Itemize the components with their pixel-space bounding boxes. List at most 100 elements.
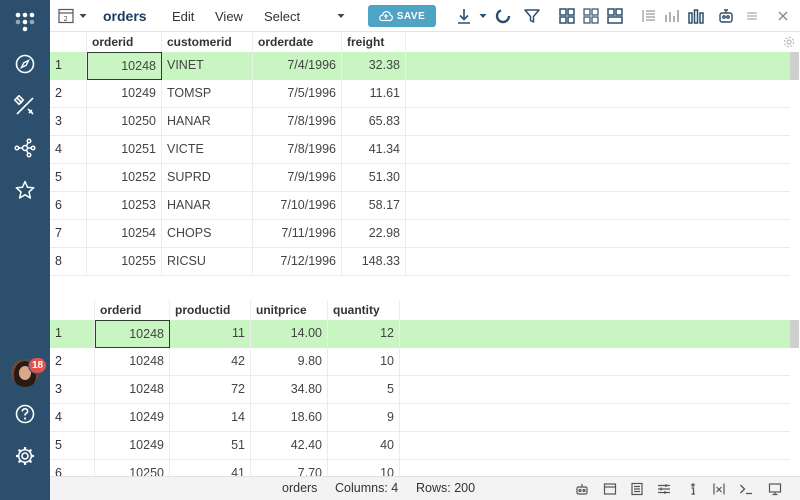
app-logo-icon[interactable]: [13, 10, 37, 34]
table-cell[interactable]: 10253: [87, 192, 162, 220]
presentation-icon[interactable]: [768, 482, 782, 496]
table-cell[interactable]: CHOPS: [162, 220, 253, 248]
table-cell[interactable]: RICSU: [162, 248, 253, 276]
table-cell[interactable]: 42: [170, 348, 251, 376]
form-view-icon[interactable]: [630, 482, 644, 496]
table-row[interactable]: 4 10249 14 18.60 9: [50, 404, 790, 432]
table-cell[interactable]: 10251: [87, 136, 162, 164]
download-icon[interactable]: [454, 6, 474, 26]
table-cell[interactable]: 10249: [87, 80, 162, 108]
edit-menu[interactable]: Edit: [172, 0, 194, 32]
table-cell[interactable]: VICTE: [162, 136, 253, 164]
network-icon[interactable]: [13, 136, 37, 160]
design-tools-icon[interactable]: [13, 94, 37, 118]
table-cell[interactable]: 7/8/1996: [253, 108, 342, 136]
table-row[interactable]: 5 10252 SUPRD 7/9/1996 51.30: [50, 164, 790, 192]
table-cell[interactable]: 10: [328, 460, 400, 476]
table-cell[interactable]: 11.61: [342, 80, 406, 108]
vertical-scrollbar[interactable]: [790, 320, 799, 348]
column-header[interactable]: orderid: [95, 300, 170, 320]
table-cell[interactable]: 148.33: [342, 248, 406, 276]
table-cell[interactable]: 10248: [95, 320, 170, 348]
database-robot-icon[interactable]: [716, 6, 736, 26]
table-row[interactable]: 4 10251 VICTE 7/8/1996 41.34: [50, 136, 790, 164]
view-switcher[interactable]: 2: [58, 0, 88, 32]
info-icon[interactable]: [686, 482, 700, 496]
table-cell[interactable]: 9: [328, 404, 400, 432]
table-row[interactable]: 2 10248 42 9.80 10: [50, 348, 790, 376]
table-row[interactable]: 6 10253 HANAR 7/10/1996 58.17: [50, 192, 790, 220]
close-icon[interactable]: [773, 6, 793, 26]
table-cell[interactable]: 22.98: [342, 220, 406, 248]
table-cell[interactable]: 32.38: [342, 52, 406, 80]
table-row[interactable]: 5 10249 51 42.40 40: [50, 432, 790, 460]
column-header[interactable]: unitprice: [251, 300, 328, 320]
filter-icon[interactable]: [522, 6, 542, 26]
database-icon[interactable]: [575, 482, 589, 496]
table-cell[interactable]: 9.80: [251, 348, 328, 376]
table-cell[interactable]: 18.60: [251, 404, 328, 432]
column-resize-icon[interactable]: [712, 482, 726, 496]
table-cell[interactable]: 41: [170, 460, 251, 476]
table-cell[interactable]: 40: [328, 432, 400, 460]
select-menu[interactable]: Select: [264, 0, 300, 32]
layout-split-icon[interactable]: [581, 6, 601, 26]
table-row[interactable]: 1 10248 11 14.00 12: [50, 320, 790, 348]
table-cell[interactable]: SUPRD: [162, 164, 253, 192]
table-cell[interactable]: 10250: [95, 460, 170, 476]
table-row[interactable]: 2 10249 TOMSP 7/5/1996 11.61: [50, 80, 790, 108]
column-header[interactable]: freight: [342, 32, 406, 52]
table-cell[interactable]: 10248: [95, 376, 170, 404]
table-cell[interactable]: 7/9/1996: [253, 164, 342, 192]
table-row[interactable]: 3 10248 72 34.80 5: [50, 376, 790, 404]
table-cell[interactable]: 10250: [87, 108, 162, 136]
column-header[interactable]: quantity: [328, 300, 400, 320]
table-cell[interactable]: 5: [328, 376, 400, 404]
row-list-icon[interactable]: [639, 6, 659, 26]
table-cell[interactable]: 7/11/1996: [253, 220, 342, 248]
table-cell[interactable]: 12: [328, 320, 400, 348]
table-row[interactable]: 7 10254 CHOPS 7/11/1996 22.98: [50, 220, 790, 248]
table-cell[interactable]: 10248: [95, 348, 170, 376]
table-cell[interactable]: 7/12/1996: [253, 248, 342, 276]
table-cell[interactable]: 72: [170, 376, 251, 404]
star-icon[interactable]: [13, 178, 37, 202]
settings-gear-icon[interactable]: [13, 444, 37, 468]
table-cell[interactable]: 10249: [95, 432, 170, 460]
table-cell[interactable]: 11: [170, 320, 251, 348]
sliders-icon[interactable]: [657, 482, 671, 496]
table-cell[interactable]: 10: [328, 348, 400, 376]
table-cell[interactable]: 34.80: [251, 376, 328, 404]
table-cell[interactable]: 65.83: [342, 108, 406, 136]
download-chevron-icon[interactable]: [478, 0, 488, 32]
table-cell[interactable]: 51.30: [342, 164, 406, 192]
table-cell[interactable]: TOMSP: [162, 80, 253, 108]
table-cell[interactable]: 7/5/1996: [253, 80, 342, 108]
save-button[interactable]: SAVE: [368, 5, 436, 27]
table-cell[interactable]: 7/4/1996: [253, 52, 342, 80]
table-cell[interactable]: 10254: [87, 220, 162, 248]
table-cell[interactable]: HANAR: [162, 192, 253, 220]
layout-grid-icon[interactable]: [557, 6, 577, 26]
table-cell[interactable]: 10252: [87, 164, 162, 192]
table-cell[interactable]: 7.70: [251, 460, 328, 476]
table-row[interactable]: 1 10248 VINET 7/4/1996 32.38: [50, 52, 790, 80]
table-cell[interactable]: 14.00: [251, 320, 328, 348]
help-icon[interactable]: [13, 402, 37, 426]
table-row[interactable]: 8 10255 RICSU 7/12/1996 148.33: [50, 248, 790, 276]
table-cell[interactable]: 42.40: [251, 432, 328, 460]
column-stats-icon[interactable]: [662, 6, 682, 26]
compass-icon[interactable]: [13, 52, 37, 76]
table-cell[interactable]: 51: [170, 432, 251, 460]
window-icon[interactable]: [603, 482, 617, 496]
column-header[interactable]: productid: [170, 300, 251, 320]
column-header[interactable]: orderid: [87, 32, 162, 52]
table-cell[interactable]: 14: [170, 404, 251, 432]
refresh-icon[interactable]: [493, 6, 513, 26]
terminal-icon[interactable]: [739, 482, 753, 496]
table-cell[interactable]: 10255: [87, 248, 162, 276]
layout-panels-icon[interactable]: [605, 6, 625, 26]
table-cell[interactable]: VINET: [162, 52, 253, 80]
vertical-scrollbar[interactable]: [790, 52, 799, 80]
column-header[interactable]: orderdate: [253, 32, 342, 52]
